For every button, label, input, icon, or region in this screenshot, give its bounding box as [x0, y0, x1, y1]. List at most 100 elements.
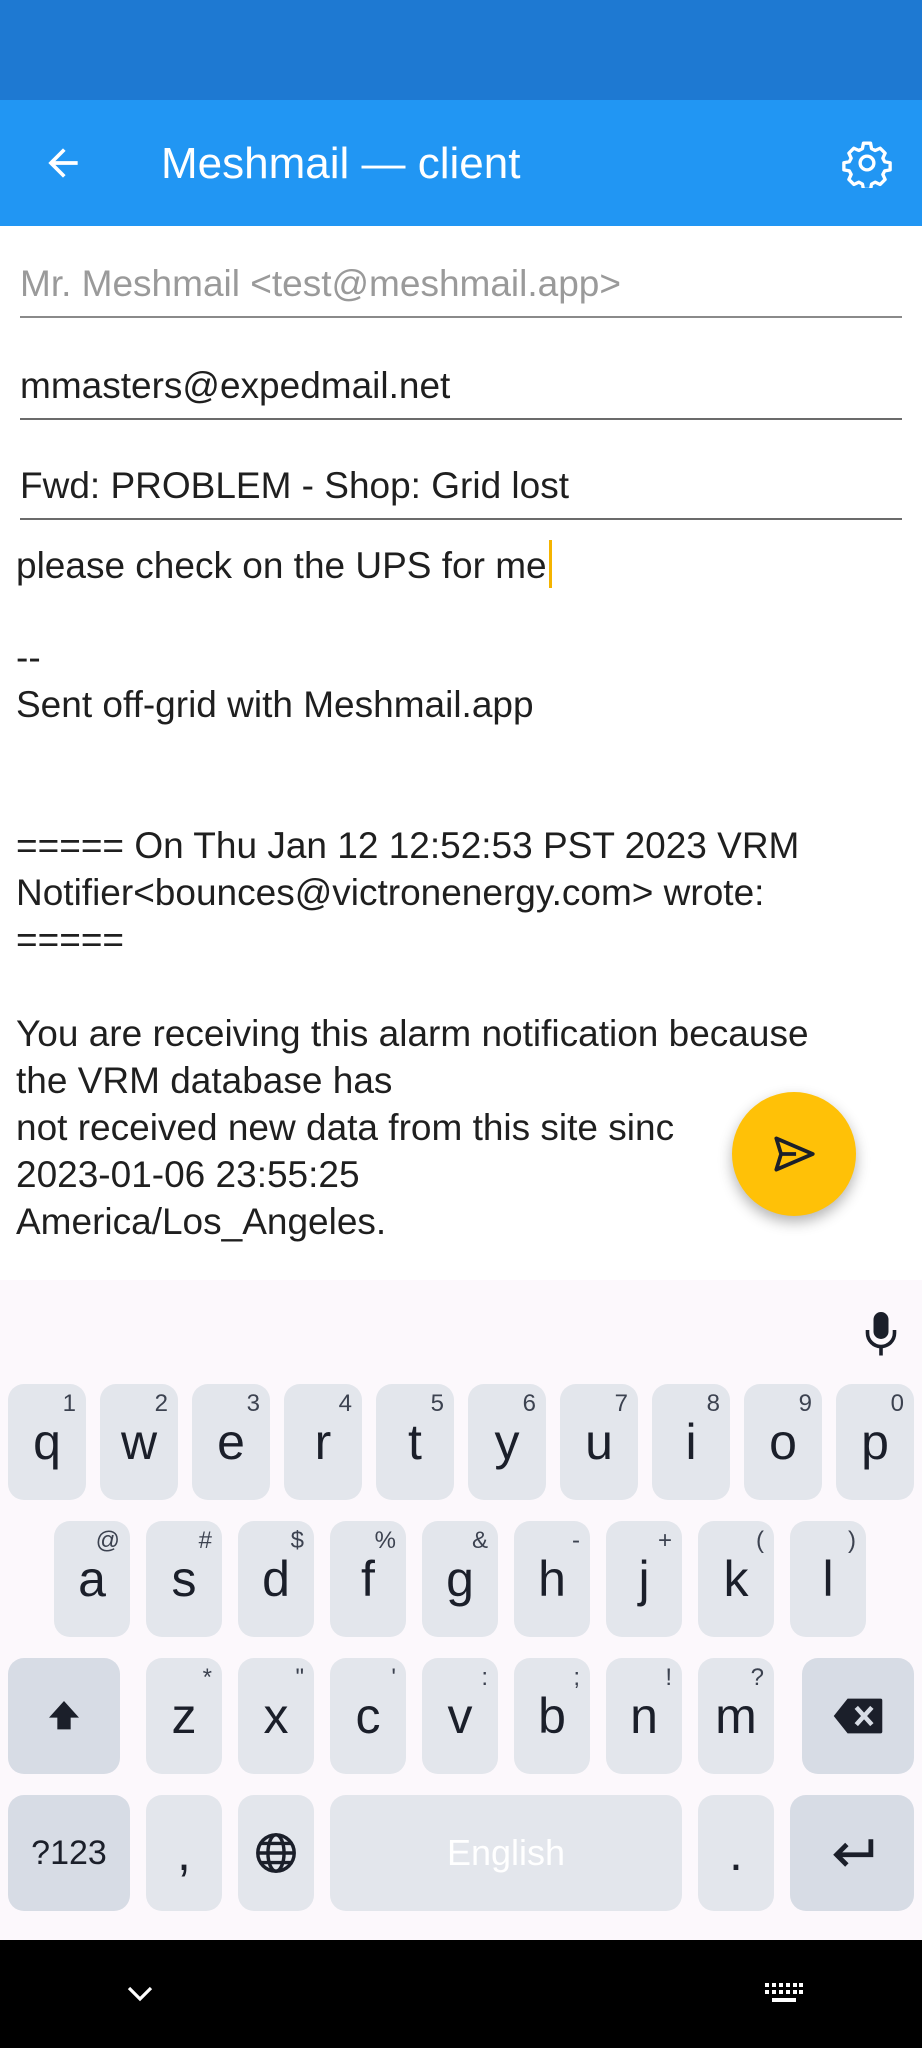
shift-key-label: [8, 1658, 120, 1774]
key-o[interactable]: o9: [744, 1384, 822, 1500]
key-n[interactable]: n!: [606, 1658, 682, 1774]
key-r-alt: 4: [338, 1390, 352, 1417]
language-key-label: [238, 1795, 314, 1911]
key-s-alt: #: [198, 1527, 212, 1554]
body-line: You are receiving this alarm notificatio…: [16, 1013, 809, 1054]
key-i[interactable]: i8: [652, 1384, 730, 1500]
key-p[interactable]: p0: [836, 1384, 914, 1500]
key-d[interactable]: d $: [238, 1521, 314, 1637]
key-h-alt: -: [572, 1527, 580, 1554]
key-q-alt: 1: [62, 1390, 76, 1417]
to-field[interactable]: mmasters@expedmail.net: [20, 360, 902, 420]
body-line: --: [16, 637, 41, 678]
key-f[interactable]: f%: [330, 1521, 406, 1637]
key-g[interactable]: g &: [422, 1521, 498, 1637]
key-w[interactable]: w2: [100, 1384, 178, 1500]
enter-key-label: [790, 1795, 914, 1911]
key-u[interactable]: u7: [560, 1384, 638, 1500]
navigation-bar: [0, 1940, 922, 2048]
body-line: Notifier<bounces@victronenergy.com> wrot…: [16, 872, 765, 913]
body-line: [16, 587, 906, 634]
text-cursor: [548, 540, 552, 588]
key-e[interactable]: e3: [192, 1384, 270, 1500]
send-icon: [774, 1136, 815, 1172]
key-o-alt: 9: [798, 1390, 812, 1417]
space-key-label: English: [446, 1832, 566, 1873]
key-j-alt: +: [657, 1527, 672, 1554]
subject-value: Fwd: PROBLEM - Shop: Grid lost: [20, 465, 570, 506]
key-p-alt: 0: [890, 1390, 904, 1417]
key-e-alt: 3: [246, 1390, 260, 1417]
key-x[interactable]: x ": [238, 1658, 314, 1774]
body-line: Sent off-grid with Meshmail.app: [16, 684, 534, 725]
key-l-alt: ): [848, 1527, 856, 1554]
key-i-alt: 8: [706, 1390, 720, 1417]
send-button[interactable]: [732, 1092, 856, 1216]
comma-key[interactable]: ,: [146, 1795, 222, 1911]
symbols-key[interactable]: ?123: [8, 1795, 130, 1911]
key-n-alt: !: [665, 1664, 672, 1691]
key-w-alt: 2: [154, 1390, 168, 1417]
globe-icon: [256, 1833, 296, 1873]
language-key[interactable]: [238, 1795, 314, 1911]
key-h[interactable]: h-: [514, 1521, 590, 1637]
key-t[interactable]: t5: [376, 1384, 454, 1500]
body-line: please check on the UPS for me: [16, 540, 906, 588]
key-y[interactable]: y6: [468, 1384, 546, 1500]
gear-icon[interactable]: [834, 130, 900, 196]
key-c[interactable]: c ': [330, 1658, 406, 1774]
backspace-key[interactable]: [802, 1658, 914, 1774]
shift-key[interactable]: [8, 1658, 120, 1774]
key-a[interactable]: a @: [54, 1521, 130, 1637]
key-u-alt: 7: [614, 1390, 628, 1417]
key-k-alt: (: [756, 1527, 764, 1554]
status-bar: [0, 0, 922, 100]
soft-keyboard: q 1 w 2 e 3 r 4 t 5 y 6 u 7 i 8 o 9 p 0 a @ s # d $ f% g & h - j + k(l) z *…: [0, 1280, 922, 1940]
key-m[interactable]: m?: [698, 1658, 774, 1774]
key-v[interactable]: v:: [422, 1658, 498, 1774]
enter-arrow-icon: [833, 1839, 874, 1867]
body-line: =====: [16, 919, 125, 960]
key-a-alt: @: [95, 1527, 120, 1554]
key-s[interactable]: s #: [146, 1521, 222, 1637]
key-t-alt: 5: [430, 1390, 444, 1417]
key-q[interactable]: q1: [8, 1384, 86, 1500]
symbols-key-label: ?123: [31, 1834, 107, 1872]
enter-key[interactable]: [790, 1795, 914, 1911]
period-key[interactable]: .: [698, 1795, 774, 1911]
comma-key-label: ,: [177, 1825, 191, 1881]
body-line: [16, 963, 906, 1010]
backspace-icon: [833, 1698, 883, 1734]
shift-arrow-icon: [49, 1701, 79, 1730]
body-line: [16, 775, 906, 822]
back-arrow-icon[interactable]: [30, 130, 96, 196]
microphone-icon[interactable]: [855, 1305, 907, 1361]
key-j[interactable]: j +: [606, 1521, 682, 1637]
body-line: [16, 728, 906, 775]
key-b-alt: ;: [573, 1664, 580, 1691]
subject-field[interactable]: Fwd: PROBLEM - Shop: Grid lost: [20, 460, 902, 520]
key-f-alt: %: [374, 1527, 396, 1554]
key-m-alt: ?: [750, 1664, 764, 1691]
to-value: mmasters@expedmail.net: [20, 365, 451, 406]
key-b[interactable]: b;: [514, 1658, 590, 1774]
chevron-down-icon[interactable]: [114, 1968, 166, 2020]
key-y-alt: 6: [522, 1390, 536, 1417]
space-key[interactable]: English: [330, 1795, 682, 1911]
from-placeholder: Mr. Meshmail <test@meshmail.app>: [20, 263, 621, 304]
key-l[interactable]: l): [790, 1521, 866, 1637]
key-x-alt: ": [295, 1664, 304, 1691]
key-c-alt: ': [391, 1664, 396, 1691]
period-key-label: .: [729, 1825, 743, 1881]
body-line: ===== On Thu Jan 12 12:52:53 PST 2023 VR…: [16, 825, 800, 866]
app-title: Meshmail — client: [161, 139, 521, 188]
key-k[interactable]: k(: [698, 1521, 774, 1637]
backspace-key-label: [802, 1658, 914, 1774]
from-field[interactable]: Mr. Meshmail <test@meshmail.app>: [20, 258, 902, 318]
key-d-alt: $: [290, 1527, 304, 1554]
key-z[interactable]: z *: [146, 1658, 222, 1774]
keyboard-icon[interactable]: [754, 1968, 814, 2020]
key-g-alt: &: [471, 1527, 488, 1554]
key-r[interactable]: r4: [284, 1384, 362, 1500]
app-bar: Meshmail — client: [0, 100, 922, 226]
